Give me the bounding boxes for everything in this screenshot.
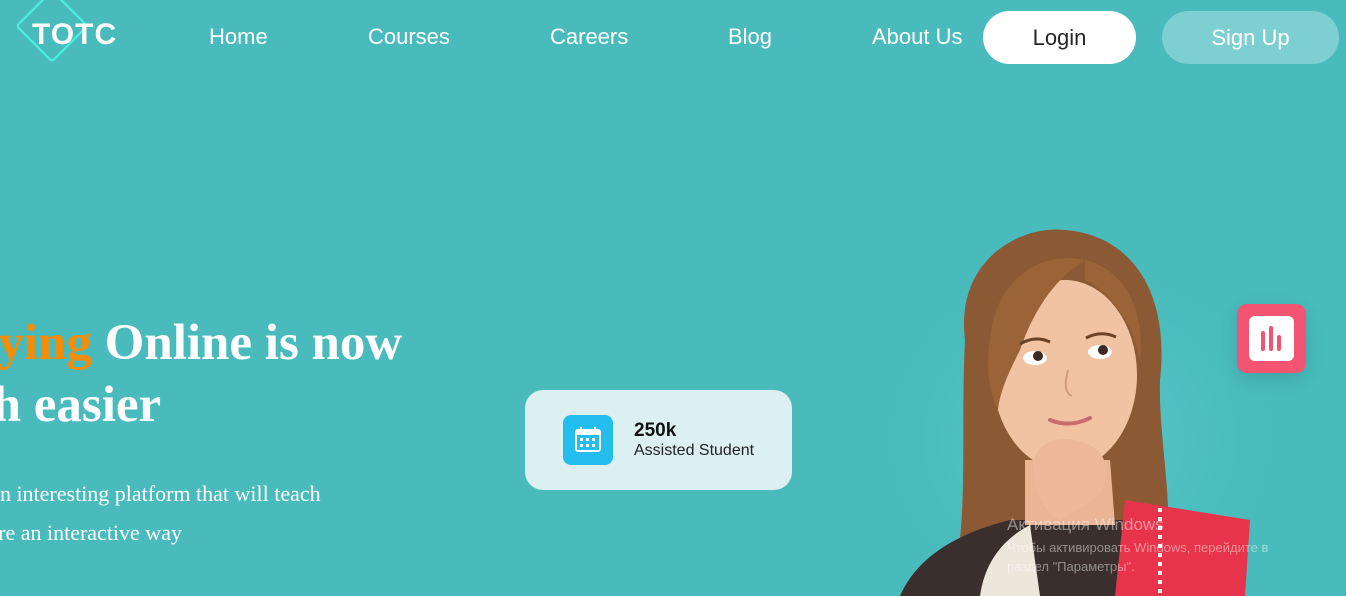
login-button[interactable]: Login <box>983 11 1136 64</box>
logo-text: TOTC <box>32 18 118 51</box>
watermark-line2: раздел "Параметры". <box>1007 559 1135 574</box>
nav-about-us[interactable]: About Us <box>872 24 963 50</box>
stat-value: 250k <box>634 420 677 441</box>
nav-home[interactable]: Home <box>209 24 268 50</box>
logo[interactable]: TOTC <box>12 0 124 78</box>
watermark-title: Активация Windows <box>1007 515 1164 534</box>
headline-line2: ch easier <box>0 377 162 433</box>
subtext-line2: more an interactive way <box>0 520 182 545</box>
hero-headline: dying Online is now ch easier <box>0 312 402 436</box>
signup-button[interactable]: Sign Up <box>1162 11 1339 64</box>
hero-subtext: is an interesting platform that will tea… <box>0 474 321 552</box>
headline-line1: Online is now <box>91 315 403 371</box>
bar-chart-icon[interactable] <box>1237 304 1306 373</box>
nav-careers[interactable]: Careers <box>550 24 628 50</box>
assisted-student-card: 250k Assisted Student <box>525 390 792 490</box>
windows-activation-watermark: Активация Windows Чтобы активировать Win… <box>1007 515 1327 576</box>
stat-label: Assisted Student <box>634 442 755 459</box>
calendar-icon <box>563 415 613 465</box>
watermark-line1: Чтобы активировать Windows, перейдите в <box>1007 540 1269 555</box>
nav-blog[interactable]: Blog <box>728 24 772 50</box>
subtext-line1: is an interesting platform that will tea… <box>0 481 321 506</box>
headline-accent: dying <box>0 315 92 371</box>
nav-courses[interactable]: Courses <box>368 24 450 50</box>
